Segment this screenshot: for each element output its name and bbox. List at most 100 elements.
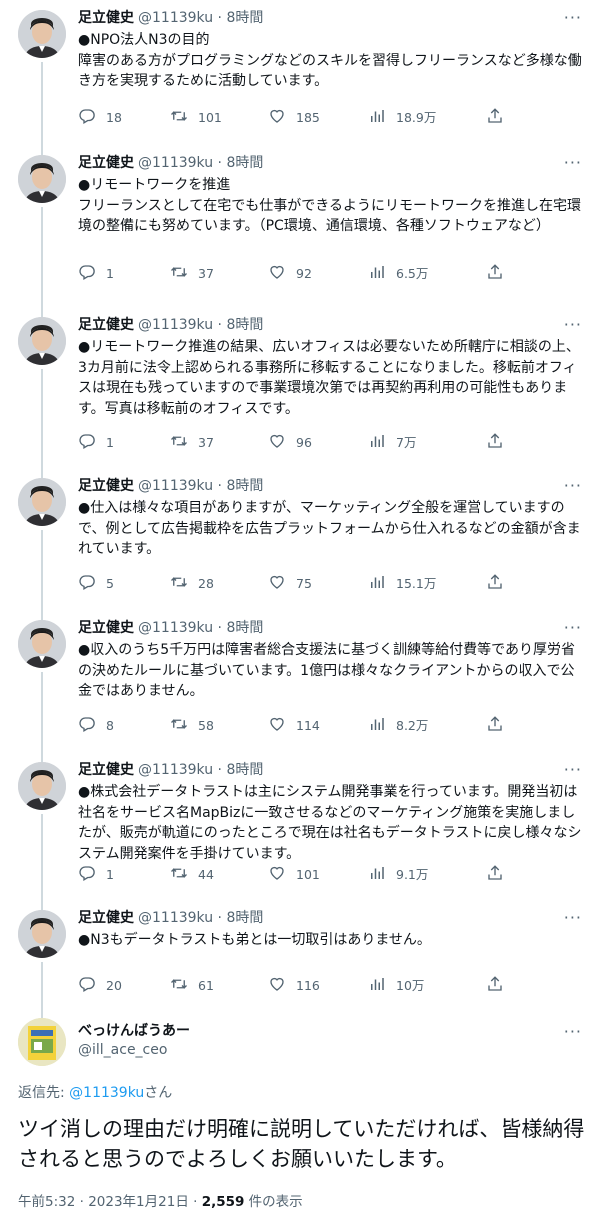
tweet-text: ●リモートワーク推進の結果、広いオフィスは必要ないため所轄庁に相談の上、3カ月前… — [78, 339, 580, 417]
tweet-actions: 20 61 116 10万 — [78, 975, 588, 997]
more-icon[interactable]: ··· — [564, 762, 582, 778]
share-button[interactable] — [486, 864, 514, 886]
like-button[interactable]: 75 — [268, 573, 312, 595]
tweet[interactable]: 足立健史 @11139ku · 8時間 ··· ●リモートワークを推進 フリーランスと… — [0, 145, 604, 317]
reply-button[interactable]: 18 — [78, 107, 122, 129]
tweet[interactable]: 足立健史 @11139ku · 8時間 ··· ●N3もデータトラストも弟とは一切取引… — [0, 900, 604, 1020]
author-name[interactable]: 足立健史 — [78, 478, 134, 494]
author-name[interactable]: 足立健史 — [78, 910, 134, 926]
like-button[interactable]: 101 — [268, 864, 320, 886]
heart-icon — [268, 864, 296, 887]
views-count: 2,559 — [201, 1194, 245, 1210]
author-name[interactable]: 足立健史 — [78, 762, 134, 778]
timestamp[interactable]: 8時間 — [226, 155, 263, 171]
share-button[interactable] — [486, 715, 514, 737]
retweet-button[interactable]: 28 — [170, 573, 214, 595]
avatar[interactable] — [18, 1018, 66, 1066]
author-handle[interactable]: @11139ku — [138, 155, 213, 171]
author-handle[interactable]: @11139ku — [138, 910, 213, 926]
tweet-actions: 1 37 96 7万 — [78, 432, 588, 454]
reply-button[interactable]: 1 — [78, 432, 114, 454]
reply-button[interactable]: 5 — [78, 573, 114, 595]
more-icon[interactable]: ··· — [564, 478, 582, 494]
retweet-button[interactable]: 44 — [170, 864, 214, 886]
author-handle[interactable]: @ill_ace_ceo — [78, 1042, 167, 1058]
avatar[interactable] — [18, 620, 66, 668]
views-button[interactable]: 15.1万 — [368, 573, 436, 595]
avatar[interactable] — [18, 478, 66, 526]
reply-button[interactable]: 20 — [78, 975, 122, 997]
tweet-header: 足立健史 @11139ku · 8時間 — [78, 760, 588, 780]
share-button[interactable] — [486, 573, 514, 595]
share-button[interactable] — [486, 432, 514, 454]
tweet[interactable]: 足立健史 @11139ku · 8時間 ··· ●リモートワーク推進の結果、広いオフィ… — [0, 307, 604, 478]
author-handle[interactable]: @11139ku — [138, 620, 213, 636]
like-button[interactable]: 116 — [268, 975, 320, 997]
timestamp[interactable]: 8時間 — [226, 10, 263, 26]
share-button[interactable] — [486, 263, 514, 285]
reply-icon — [78, 715, 106, 738]
timestamp[interactable]: 8時間 — [226, 317, 263, 333]
share-button[interactable] — [486, 107, 514, 129]
like-button[interactable]: 96 — [268, 432, 312, 454]
reply-button[interactable]: 1 — [78, 864, 114, 886]
reply-suffix: さん — [144, 1085, 173, 1101]
timestamp[interactable]: 8時間 — [226, 620, 263, 636]
author-name[interactable]: 足立健史 — [78, 10, 134, 26]
retweet-button[interactable]: 58 — [170, 715, 214, 737]
retweet-button[interactable]: 37 — [170, 432, 214, 454]
tweet[interactable]: 足立健史 @11139ku · 8時間 ··· ●収入のうち5千万円は障害者総合支援法… — [0, 610, 604, 762]
timestamp[interactable]: 8時間 — [226, 762, 263, 778]
avatar[interactable] — [18, 317, 66, 365]
like-button[interactable]: 92 — [268, 263, 312, 285]
like-button[interactable]: 114 — [268, 715, 320, 737]
retweet-button[interactable]: 37 — [170, 263, 214, 285]
like-count: 185 — [296, 110, 320, 125]
author-name[interactable]: 足立健史 — [78, 620, 134, 636]
more-icon[interactable]: ··· — [564, 1022, 582, 1041]
more-icon[interactable]: ··· — [564, 910, 582, 926]
tweet[interactable]: 足立健史 @11139ku · 8時間 ··· ●NPO法人N3の目的 障害のある方が… — [0, 0, 604, 155]
tweet-header: 足立健史 @11139ku · 8時間 — [78, 8, 588, 28]
author-handle[interactable]: @11139ku — [138, 762, 213, 778]
avatar[interactable] — [18, 155, 66, 203]
author-handle[interactable]: @11139ku — [138, 478, 213, 494]
author-name[interactable]: 足立健史 — [78, 317, 134, 333]
reply-count: 1 — [106, 266, 114, 281]
tweet[interactable]: 足立健史 @11139ku · 8時間 ··· ●仕入は様々な項目がありますが、マーケ… — [0, 468, 604, 620]
author-handle[interactable]: @11139ku — [138, 317, 213, 333]
views-button[interactable]: 10万 — [368, 975, 424, 997]
more-icon[interactable]: ··· — [564, 620, 582, 636]
views-button[interactable]: 7万 — [368, 432, 416, 454]
heart-icon — [268, 107, 296, 130]
more-icon[interactable]: ··· — [564, 155, 582, 171]
view-count: 6.5万 — [396, 266, 429, 281]
reply-handle-link[interactable]: @11139ku — [69, 1085, 144, 1101]
retweet-button[interactable]: 61 — [170, 975, 214, 997]
timestamp[interactable]: 8時間 — [226, 478, 263, 494]
view-count: 15.1万 — [396, 576, 437, 591]
timestamp[interactable]: 8時間 — [226, 910, 263, 926]
share-button[interactable] — [486, 975, 514, 997]
views-button[interactable]: 9.1万 — [368, 864, 428, 886]
reply-button[interactable]: 1 — [78, 263, 114, 285]
author-name[interactable]: 足立健史 — [78, 155, 134, 171]
more-icon[interactable]: ··· — [564, 317, 582, 333]
bar-chart-icon — [368, 573, 396, 596]
author-handle[interactable]: @11139ku — [138, 10, 213, 26]
separator: · — [213, 10, 227, 26]
reply-button[interactable]: 8 — [78, 715, 114, 737]
views-button[interactable]: 18.9万 — [368, 107, 436, 129]
like-button[interactable]: 185 — [268, 107, 320, 129]
views-button[interactable]: 6.5万 — [368, 263, 428, 285]
tweet-actions: 1 44 101 9.1万 — [78, 864, 588, 886]
avatar[interactable] — [18, 10, 66, 58]
avatar[interactable] — [18, 762, 66, 810]
timestamp[interactable]: 午前5:32 · 2023年1月21日 · — [18, 1194, 202, 1210]
tweet[interactable]: 足立健史 @11139ku · 8時間 ··· ●株式会社データトラストは主にシステム… — [0, 752, 604, 910]
more-icon[interactable]: ··· — [564, 10, 582, 26]
avatar[interactable] — [18, 910, 66, 958]
author-name[interactable]: べっけんばうあー — [78, 1020, 190, 1040]
views-button[interactable]: 8.2万 — [368, 715, 428, 737]
retweet-button[interactable]: 101 — [170, 107, 222, 129]
